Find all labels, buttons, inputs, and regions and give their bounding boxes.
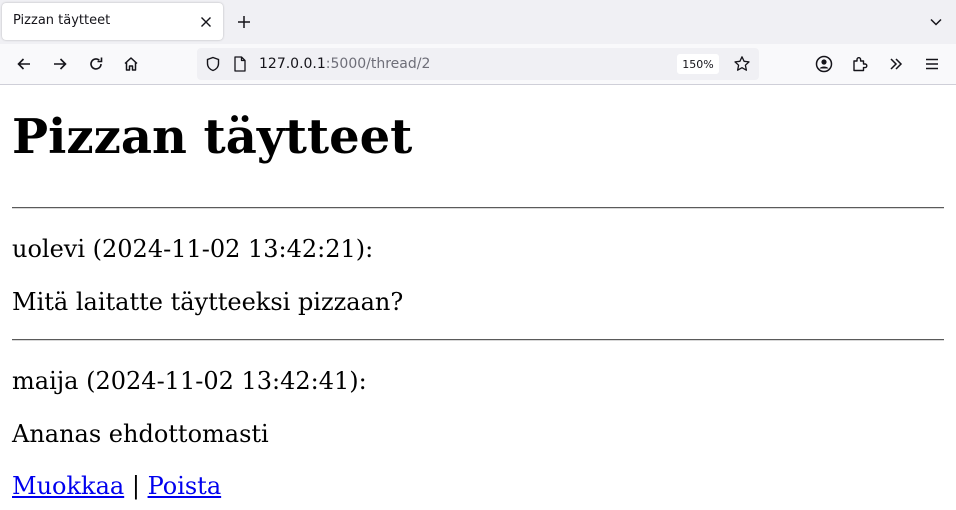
forward-button[interactable] <box>48 52 72 76</box>
arrow-right-icon <box>54 58 67 70</box>
home-button[interactable] <box>119 52 143 76</box>
reload-icon <box>90 57 103 70</box>
message-body: Ananas ehdottomasti <box>12 420 269 448</box>
extensions-button[interactable] <box>848 52 872 76</box>
url-text[interactable]: 127.0.0.1:5000/thread/2 <box>259 56 430 72</box>
zoom-level-badge[interactable]: 150% <box>677 54 719 74</box>
divider <box>12 339 944 341</box>
url-host: 127.0.0.1 <box>259 56 326 72</box>
shield-icon[interactable] <box>204 55 222 73</box>
tab-title: Pizzan täytteet <box>13 13 111 28</box>
star-icon[interactable] <box>733 55 751 73</box>
chevron-down-icon[interactable] <box>925 11 947 33</box>
home-icon <box>124 57 138 71</box>
double-chevron-icon <box>890 58 903 70</box>
page-icon[interactable] <box>231 55 249 73</box>
plus-icon[interactable] <box>233 11 255 33</box>
close-icon[interactable] <box>196 12 216 32</box>
message-actions: Muokkaa | Poista <box>12 474 221 498</box>
action-separator: | <box>131 472 140 500</box>
page-content: Pizzan täytteet uolevi (2024-11-02 13:42… <box>0 85 956 510</box>
message-header: uolevi (2024-11-02 13:42:21): <box>12 235 374 263</box>
hamburger-icon <box>926 58 938 70</box>
message-body: Mitä laitatte täytteeksi pizzaan? <box>12 288 404 316</box>
reload-button[interactable] <box>84 52 108 76</box>
menu-button[interactable] <box>920 52 944 76</box>
puzzle-icon <box>853 57 868 72</box>
delete-link[interactable]: Poista <box>148 472 222 500</box>
back-button[interactable] <box>12 52 36 76</box>
page-title: Pizzan täytteet <box>12 109 413 165</box>
edit-link[interactable]: Muokkaa <box>12 472 124 500</box>
account-icon <box>815 55 833 73</box>
arrow-left-icon <box>17 58 30 70</box>
url-path: :5000/thread/2 <box>325 56 431 72</box>
url-bar[interactable]: 127.0.0.1:5000/thread/2 150% <box>197 48 759 80</box>
account-button[interactable] <box>812 52 836 76</box>
divider <box>12 207 944 209</box>
overflow-button[interactable] <box>884 52 908 76</box>
active-tab[interactable]: Pizzan täytteet <box>2 3 223 40</box>
navigation-toolbar: 127.0.0.1:5000/thread/2 150% <box>0 44 956 85</box>
tab-strip: Pizzan täytteet <box>0 0 956 44</box>
message-header: maija (2024-11-02 13:42:41): <box>12 367 367 395</box>
